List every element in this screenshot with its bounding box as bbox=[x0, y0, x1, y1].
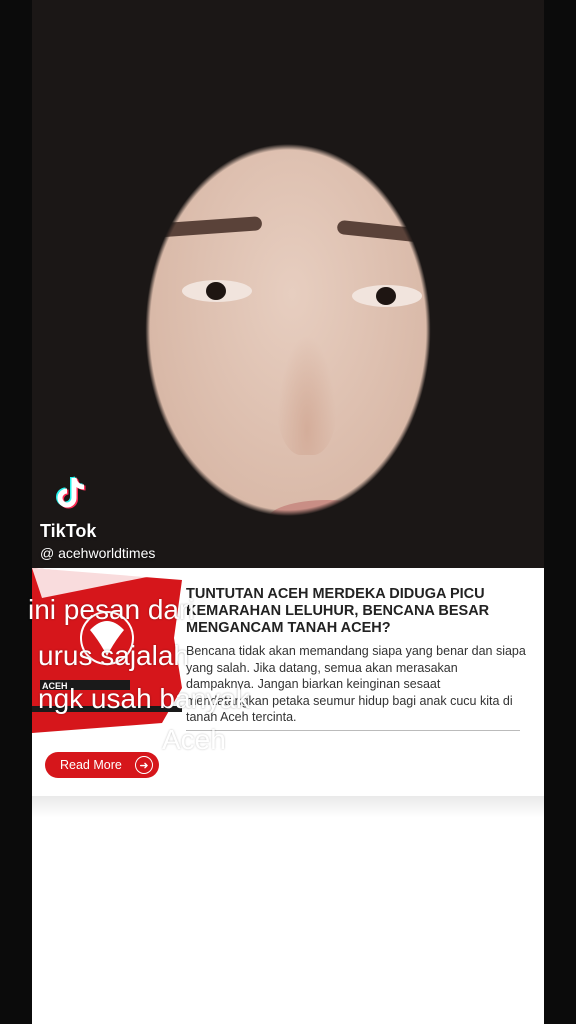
left-letterbox bbox=[0, 0, 32, 1024]
card-shadow bbox=[32, 796, 544, 818]
tiktok-brand-label: TikTok bbox=[40, 521, 97, 541]
article-headline[interactable]: TUNTUTAN ACEH MERDEKA DIDUGA PICU KEMARA… bbox=[186, 586, 526, 637]
right-letterbox bbox=[544, 0, 576, 1024]
news-card[interactable]: ACEH TUNTUTAN ACEH MERDEKA DIDUGA PICU K… bbox=[32, 568, 544, 796]
account-handle: @ acehworldtimes bbox=[40, 545, 156, 561]
thumb-label: ACEH bbox=[42, 681, 68, 691]
divider bbox=[186, 730, 520, 731]
article-thumbnail: ACEH bbox=[32, 568, 182, 733]
article-excerpt: Bencana tidak akan memandang siapa yang … bbox=[186, 644, 526, 724]
tiktok-watermark: TikTok @ acehworldtimes bbox=[40, 474, 155, 561]
tiktok-note-icon bbox=[56, 476, 86, 509]
read-more-label: Read More bbox=[60, 758, 122, 772]
arrow-right-circle-icon: ➜ bbox=[135, 756, 153, 774]
read-more-button[interactable]: Read More ➜ bbox=[45, 752, 159, 778]
blank-area bbox=[32, 818, 544, 1024]
